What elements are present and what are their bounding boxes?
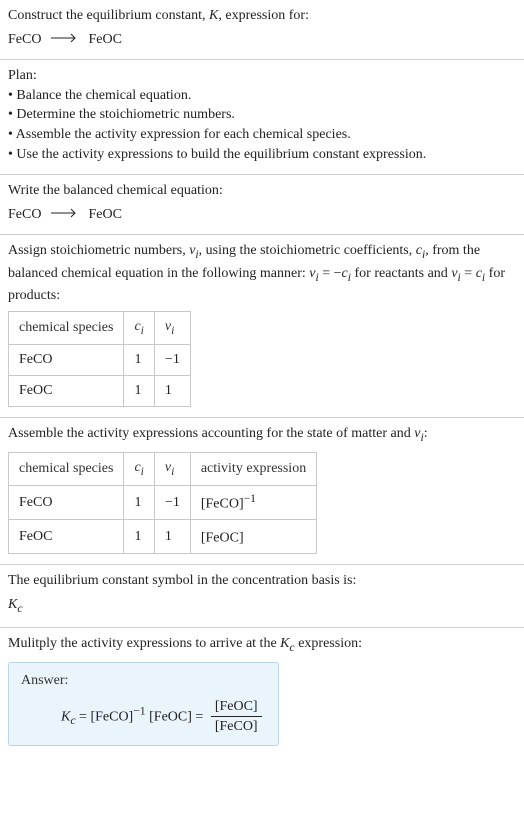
plan-b4: • Use the activity expressions to build …: [8, 145, 516, 165]
cell-c: 1: [124, 520, 154, 554]
table-header-row: chemical species ci νi: [9, 312, 191, 345]
balanced-heading: Write the balanced chemical equation:: [8, 181, 516, 201]
txt: expression:: [295, 636, 362, 651]
txt: , using the stoichiometric coefficients,: [199, 243, 416, 258]
symbol-line: The equilibrium constant symbol in the c…: [8, 571, 516, 591]
arrow-icon: [51, 30, 79, 50]
intro-equation: FeCO FeOC: [8, 30, 516, 50]
intro-product: FeOC: [88, 32, 121, 47]
sub-i: i: [141, 324, 144, 337]
txt: = −: [319, 266, 342, 281]
txt: Assign stoichiometric numbers,: [8, 243, 189, 258]
eq: =: [76, 709, 91, 724]
symbol-Kc: Kc: [8, 595, 516, 617]
cell-species: FeCO: [9, 485, 124, 519]
assign-para: Assign stoichiometric numbers, νi, using…: [8, 241, 516, 305]
cell-activity: [FeOC]: [190, 520, 316, 554]
K: K: [280, 636, 289, 651]
cell-nu: −1: [154, 345, 190, 376]
cell-species: FeCO: [9, 345, 124, 376]
answer-expression: Kc = [FeCO]−1 [FeOC] = [FeOC][FeCO]: [21, 697, 266, 737]
col-nu: νi: [154, 452, 190, 485]
assemble-section: Assemble the activity expressions accoun…: [0, 418, 524, 566]
cell-nu: 1: [154, 520, 190, 554]
cell-c: 1: [124, 485, 154, 519]
assign-section: Assign stoichiometric numbers, νi , using…: [0, 235, 524, 417]
plan-section: Plan: • Balance the chemical equation. •…: [0, 60, 524, 175]
term1: [FeCO]: [90, 709, 133, 724]
multiply-line: Mulitply the activity expressions to arr…: [8, 634, 516, 656]
table-row: FeCO 1 −1 [FeCO]−1: [9, 485, 317, 519]
act-base: [FeCO]: [201, 496, 244, 511]
assemble-para: Assemble the activity expressions accoun…: [8, 424, 516, 446]
plan-heading: Plan:: [8, 66, 516, 86]
cell-nu: −1: [154, 485, 190, 519]
intro-line: Construct the equilibrium constant, K, e…: [8, 6, 516, 26]
txt: :: [424, 426, 428, 441]
term2: [FeOC]: [149, 709, 192, 724]
table-row: FeCO 1 −1: [9, 345, 191, 376]
balanced-section: Write the balanced chemical equation: Fe…: [0, 175, 524, 235]
answer-label: Answer:: [21, 671, 266, 691]
balanced-equation: FeCO FeOC: [8, 205, 516, 225]
act-base: [FeOC]: [201, 531, 244, 546]
symbol-section: The equilibrium constant symbol in the c…: [0, 565, 524, 628]
sub-i: i: [141, 464, 144, 477]
plan-b1: • Balance the chemical equation.: [8, 86, 516, 106]
stoich-table: chemical species ci νi FeCO 1 −1 FeOC 1 …: [8, 311, 191, 406]
intro-reactant: FeCO: [8, 32, 41, 47]
arrow-icon: [51, 205, 79, 225]
balanced-product: FeOC: [88, 207, 121, 222]
answer-box: Answer: Kc = [FeCO]−1 [FeOC] = [FeOC][Fe…: [8, 662, 279, 746]
multiply-section: Mulitply the activity expressions to arr…: [0, 628, 524, 756]
col-activity: activity expression: [190, 452, 316, 485]
table-row: FeOC 1 1: [9, 375, 191, 406]
fraction-num: [FeOC]: [211, 697, 262, 718]
act-exp: −1: [244, 492, 256, 505]
eq: =: [192, 709, 207, 724]
intro-text-b: , expression for:: [218, 8, 309, 23]
term1-exp: −1: [133, 704, 145, 717]
col-nu: νi: [154, 312, 190, 345]
intro-K: K: [209, 8, 218, 23]
txt: Assemble the activity expressions accoun…: [8, 426, 414, 441]
activity-table: chemical species ci νi activity expressi…: [8, 452, 317, 555]
cell-activity: [FeCO]−1: [190, 485, 316, 519]
sub-i: i: [171, 324, 174, 337]
K: K: [61, 709, 70, 724]
cell-species: FeOC: [9, 520, 124, 554]
table-header-row: chemical species ci νi activity expressi…: [9, 452, 317, 485]
cell-c: 1: [124, 375, 154, 406]
cell-species: FeOC: [9, 375, 124, 406]
txt: Mulitply the activity expressions to arr…: [8, 636, 280, 651]
fraction: [FeOC][FeCO]: [211, 697, 262, 737]
table-row: FeOC 1 1 [FeOC]: [9, 520, 317, 554]
cell-nu: 1: [154, 375, 190, 406]
plan-b3: • Assemble the activity expression for e…: [8, 125, 516, 145]
sub-i: i: [171, 464, 174, 477]
col-species: chemical species: [9, 312, 124, 345]
plan-b2: • Determine the stoichiometric numbers.: [8, 105, 516, 125]
K: K: [8, 597, 17, 612]
intro-text-a: Construct the equilibrium constant,: [8, 8, 209, 23]
col-c: ci: [124, 312, 154, 345]
col-c: ci: [124, 452, 154, 485]
sub-c: c: [17, 602, 22, 615]
intro-section: Construct the equilibrium constant, K, e…: [0, 0, 524, 60]
txt: =: [461, 266, 476, 281]
balanced-reactant: FeCO: [8, 207, 41, 222]
col-species: chemical species: [9, 452, 124, 485]
fraction-den: [FeCO]: [211, 717, 262, 737]
txt: for reactants and: [351, 266, 451, 281]
cell-c: 1: [124, 345, 154, 376]
